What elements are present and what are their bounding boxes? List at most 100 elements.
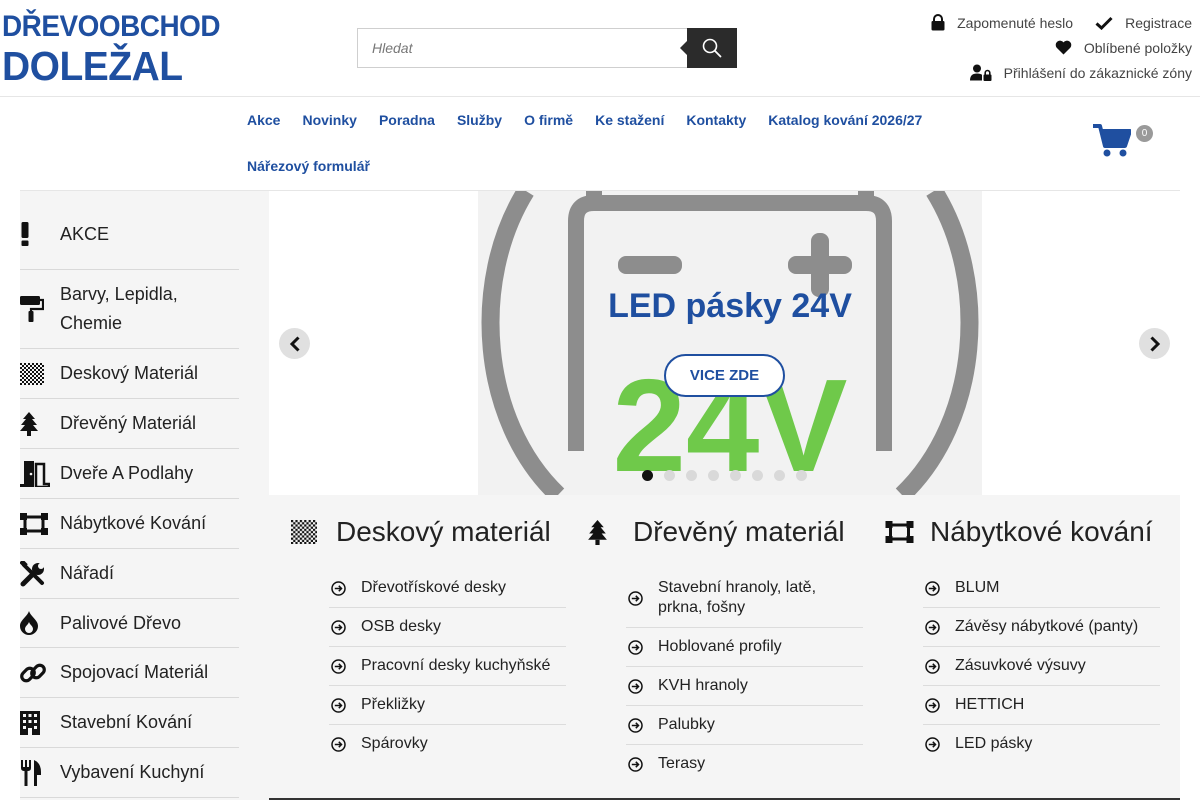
tools-icon <box>20 560 60 587</box>
lock-icon <box>931 14 945 31</box>
sidebar-item-label: Dveře A Podlahy <box>60 463 194 483</box>
category-link[interactable]: Závěsy nábytkové (panty) <box>923 608 1160 647</box>
arrow-circle-right-icon <box>923 580 955 596</box>
category-title: Deskový materiál <box>336 516 551 547</box>
cart-icon <box>1093 124 1132 157</box>
category-link[interactable]: BLUM <box>923 569 1160 608</box>
sidebar-item-deskovy[interactable]: Deskový Materiál <box>20 349 239 399</box>
sidebar-item-label: Nábytkové Kování <box>60 513 207 533</box>
sidebar-item-barvy[interactable]: Barvy, Lepidla, Chemie <box>20 270 239 349</box>
category-column-nabytkove: Nábytkové kování BLUM Závěsy nábytkové (… <box>863 495 1160 763</box>
slider-dot[interactable] <box>708 470 719 481</box>
slider-dot[interactable] <box>642 470 653 481</box>
category-link[interactable]: KVH hranoly <box>626 667 863 706</box>
main-navigation: Akce Novinky Poradna Služby O firmě Ke s… <box>236 100 956 186</box>
sidebar-item-spojovaci[interactable]: Spojovací Materiál <box>20 648 239 698</box>
slide-cta-button[interactable]: VICE ZDE <box>664 354 785 397</box>
sidebar-item-dreveny[interactable]: Dřevěný Materiál <box>20 399 239 449</box>
cart-count-badge: 0 <box>1136 125 1153 142</box>
arrow-circle-right-icon <box>923 697 955 713</box>
category-link[interactable]: Stavební hranoly, latě, prkna, fošny <box>626 569 863 628</box>
paint-roller-icon <box>20 296 60 322</box>
forgot-password-link[interactable]: Zapomenuté heslo <box>931 14 1073 31</box>
favorites-link[interactable]: Oblíbené položky <box>1055 40 1192 56</box>
category-link-label: Stavební hranoly, latě, prkna, fošny <box>658 579 817 616</box>
category-link[interactable]: Terasy <box>626 745 863 783</box>
category-link-label: KVH hranoly <box>658 677 748 694</box>
category-link-label: HETTICH <box>955 696 1025 713</box>
nav-katalog-kovani[interactable]: Katalog kování 2026/27 <box>757 112 933 128</box>
logo[interactable]: DŘEVOOBCHOD DOLEŽAL <box>2 10 221 89</box>
cart-button[interactable]: 0 <box>1093 124 1153 164</box>
category-link-label: LED pásky <box>955 735 1033 752</box>
slider-dot[interactable] <box>774 470 785 481</box>
slider-prev-button[interactable] <box>279 328 310 359</box>
search-button[interactable] <box>680 28 737 68</box>
slider-dot[interactable] <box>686 470 697 481</box>
nav-ke-stazeni[interactable]: Ke stažení <box>584 112 675 128</box>
slider-dot[interactable] <box>730 470 741 481</box>
logo-line-2: DOLEŽAL <box>2 43 183 89</box>
heart-icon <box>1055 40 1072 55</box>
user-lock-icon <box>969 64 992 81</box>
sidebar-item-label: Stavební Kování <box>60 712 193 732</box>
nav-kontakty[interactable]: Kontakty <box>675 112 757 128</box>
login-link[interactable]: Přihlášení do zákaznické zóny <box>969 64 1192 81</box>
sidebar-item-nabytkove[interactable]: Nábytkové Kování <box>20 499 239 549</box>
nav-sluzby[interactable]: Služby <box>446 112 513 128</box>
checkerboard-icon <box>20 362 60 385</box>
forgot-password-label: Zapomenuté heslo <box>957 14 1074 31</box>
category-link-label: Palubky <box>658 716 715 733</box>
logo-line-1: DŘEVOOBCHOD <box>2 10 221 43</box>
category-link-label: BLUM <box>955 579 1000 596</box>
slider-dot[interactable] <box>664 470 675 481</box>
arrow-circle-right-icon <box>626 717 658 733</box>
sidebar-item-label: AKCE <box>60 223 110 244</box>
category-link[interactable]: OSB desky <box>329 608 566 647</box>
arrow-circle-right-icon <box>923 736 955 752</box>
nav-narezovy-formular[interactable]: Nářezový formulář <box>236 158 381 174</box>
category-link[interactable]: Palubky <box>626 706 863 745</box>
slider-dot[interactable] <box>796 470 807 481</box>
nav-o-firme[interactable]: O firmě <box>513 112 584 128</box>
sidebar-item-dvere[interactable]: Dveře A Podlahy <box>20 449 239 499</box>
category-link[interactable]: Překližky <box>329 686 566 725</box>
category-link[interactable]: HETTICH <box>923 686 1160 725</box>
hardware-icon <box>885 521 930 543</box>
category-link[interactable]: Hoblované profily <box>626 628 863 667</box>
category-sidebar: AKCE Barvy, Lepidla, Chemie Deskový Mate… <box>20 191 269 800</box>
slider-next-button[interactable] <box>1139 328 1170 359</box>
nav-akce[interactable]: Akce <box>236 112 291 128</box>
check-icon <box>1095 16 1113 30</box>
category-link-label: Hoblované profily <box>658 638 782 655</box>
sidebar-item-vybaveni[interactable]: Vybavení Kuchyní <box>20 748 239 798</box>
slider-pagination <box>642 470 818 481</box>
door-icon <box>20 460 60 487</box>
nav-novinky[interactable]: Novinky <box>291 112 367 128</box>
exclamation-icon <box>20 222 60 246</box>
sidebar-item-akce[interactable]: AKCE <box>20 191 239 270</box>
arrow-circle-right-icon <box>923 619 955 635</box>
category-heading[interactable]: Nábytkové kování <box>863 495 1153 569</box>
category-link[interactable]: Pracovní desky kuchyňské <box>329 647 566 686</box>
slide-image[interactable]: 24V <box>478 191 982 495</box>
category-heading[interactable]: Dřevěný materiál <box>566 495 856 569</box>
account-links: Zapomenuté heslo Registrace Oblíbené pol… <box>909 10 1192 85</box>
category-link[interactable]: Dřevotřískové desky <box>329 569 566 608</box>
login-label: Přihlášení do zákaznické zóny <box>1003 64 1192 81</box>
sidebar-item-naradi[interactable]: Nářadí <box>20 549 239 599</box>
register-link[interactable]: Registrace <box>1095 15 1192 31</box>
category-link[interactable]: Zásuvkové výsuvy <box>923 647 1160 686</box>
category-link[interactable]: LED pásky <box>923 725 1160 763</box>
category-heading[interactable]: Deskový materiál <box>269 495 559 569</box>
search-bar <box>357 28 737 68</box>
nav-poradna[interactable]: Poradna <box>368 112 446 128</box>
sidebar-item-palivove[interactable]: Palivové Dřevo <box>20 599 239 648</box>
slider-dot[interactable] <box>752 470 763 481</box>
sidebar-item-stavebni[interactable]: Stavební Kování <box>20 698 239 748</box>
category-link-label: Zásuvkové výsuvy <box>955 657 1086 674</box>
category-link[interactable]: Spárovky <box>329 725 566 763</box>
arrow-circle-right-icon <box>329 736 361 752</box>
sidebar-item-label: Barvy, Lepidla, Chemie <box>60 284 178 333</box>
search-input[interactable] <box>357 28 687 68</box>
